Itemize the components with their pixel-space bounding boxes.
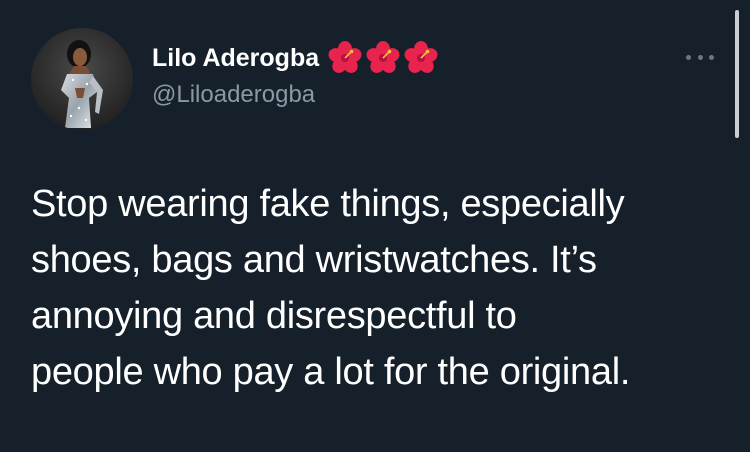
hibiscus-icon	[404, 41, 438, 73]
author-handle[interactable]: @Liloaderogba	[152, 80, 315, 110]
avatar-photo	[31, 28, 133, 130]
tweet-card: Lilo Aderogba @Liloaderogba Stop wearing…	[0, 0, 750, 452]
tweet-text-line: annoying and disrespectful to	[31, 295, 517, 337]
more-horizontal-icon-dot	[709, 54, 714, 60]
more-horizontal-icon	[686, 54, 691, 60]
avatar[interactable]	[31, 28, 133, 130]
tweet-text-line: people who pay a lot for the original.	[31, 351, 631, 393]
tweet-text: Stop wearing fake things, especially sho…	[31, 176, 731, 400]
name-emojis	[327, 40, 439, 76]
tweet-text-line: Stop wearing fake things, especially	[31, 183, 625, 225]
hibiscus-icon	[328, 41, 362, 73]
more-options-button[interactable]	[680, 42, 720, 72]
author-name-row: Lilo Aderogba	[152, 40, 439, 76]
hibiscus-icon	[366, 41, 400, 73]
tweet-text-line: shoes, bags and wristwatches. It’s	[31, 239, 597, 281]
scrollbar[interactable]	[735, 10, 739, 138]
author-display-name[interactable]: Lilo Aderogba	[152, 40, 319, 76]
more-horizontal-icon-dot	[697, 54, 703, 60]
